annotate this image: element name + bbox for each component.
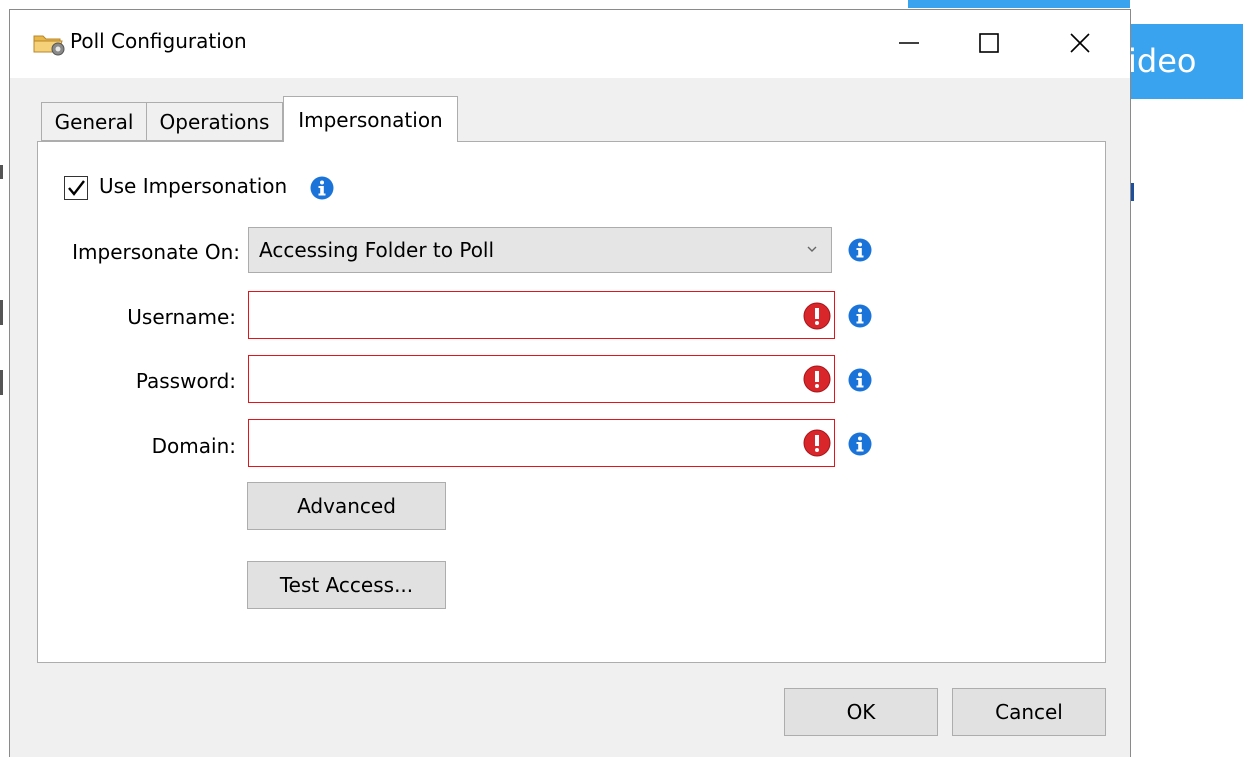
tab-impersonation-label: Impersonation: [298, 107, 443, 132]
background-app-button-label: ideo: [1128, 42, 1197, 80]
info-icon[interactable]: [310, 176, 334, 200]
tab-operations[interactable]: Operations: [146, 102, 283, 141]
close-icon: [1070, 33, 1090, 53]
use-impersonation-checkbox[interactable]: [64, 176, 88, 200]
background-app-bar: [908, 0, 1130, 8]
error-icon: [803, 365, 831, 393]
minimize-button[interactable]: [877, 18, 941, 68]
cancel-button-label: Cancel: [995, 700, 1063, 724]
impersonate-on-dropdown[interactable]: Accessing Folder to Poll: [248, 227, 832, 273]
maximize-icon: [979, 33, 999, 53]
info-icon[interactable]: [848, 304, 872, 328]
maximize-button[interactable]: [957, 18, 1021, 68]
cancel-button[interactable]: Cancel: [952, 688, 1106, 736]
ok-button-label: OK: [846, 700, 876, 724]
poll-configuration-dialog: Poll Configuration General Operations Im…: [9, 9, 1131, 757]
advanced-button-label: Advanced: [297, 494, 396, 518]
impersonate-on-value: Accessing Folder to Poll: [259, 238, 495, 262]
background-edge-mark: [0, 370, 3, 395]
test-access-button[interactable]: Test Access...: [247, 561, 446, 609]
folder-gear-icon: [32, 30, 66, 56]
domain-input[interactable]: [248, 419, 835, 467]
checkmark-icon: [68, 180, 85, 196]
advanced-button[interactable]: Advanced: [247, 482, 446, 530]
chevron-down-icon: [807, 246, 817, 252]
error-icon: [803, 429, 831, 457]
tab-impersonation[interactable]: Impersonation: [283, 96, 458, 142]
test-access-button-label: Test Access...: [279, 573, 414, 597]
tab-general-label: General: [54, 109, 134, 134]
tab-operations-label: Operations: [159, 109, 270, 134]
background-edge-mark: [0, 165, 3, 179]
info-icon[interactable]: [848, 238, 872, 262]
domain-label: Domain:: [151, 434, 236, 458]
minimize-icon: [899, 42, 919, 44]
background-edge-mark: [1131, 183, 1134, 201]
error-icon: [803, 302, 831, 330]
ok-button[interactable]: OK: [784, 688, 938, 736]
background-edge-mark: [0, 300, 3, 325]
use-impersonation-label: Use Impersonation: [99, 174, 288, 198]
info-icon[interactable]: [848, 368, 872, 392]
username-label: Username:: [127, 305, 236, 329]
screen: ideo Poll Configuration General Operatio…: [0, 0, 1243, 757]
impersonate-on-label: Impersonate On:: [72, 240, 240, 264]
username-input[interactable]: [248, 291, 835, 339]
password-label: Password:: [135, 369, 236, 393]
tab-general[interactable]: General: [41, 102, 147, 141]
info-icon[interactable]: [848, 432, 872, 456]
title-bar[interactable]: Poll Configuration: [10, 10, 1130, 78]
close-button[interactable]: [1048, 18, 1112, 68]
password-input[interactable]: [248, 355, 835, 403]
window-title: Poll Configuration: [70, 29, 247, 53]
